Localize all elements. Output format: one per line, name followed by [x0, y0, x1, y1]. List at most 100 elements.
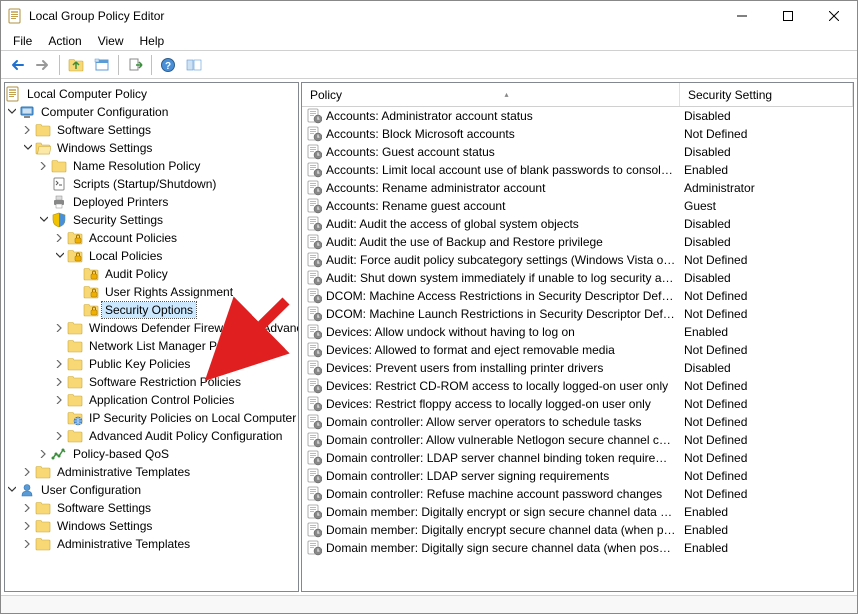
- expand-toggle[interactable]: [21, 122, 35, 138]
- tree-label: Windows Settings: [54, 518, 155, 534]
- expand-toggle[interactable]: [53, 374, 67, 390]
- tree-name-resolution-policy[interactable]: Name Resolution Policy: [5, 157, 298, 175]
- expand-toggle[interactable]: [53, 392, 67, 408]
- tree-deployed-printers[interactable]: Deployed Printers: [5, 193, 298, 211]
- export-list-button[interactable]: [123, 54, 147, 76]
- list-row[interactable]: Audit: Audit the access of global system…: [302, 215, 853, 233]
- tree-security-options[interactable]: Security Options: [5, 301, 298, 319]
- tree-root[interactable]: Local Computer Policy: [5, 85, 298, 103]
- list-row[interactable]: Devices: Allowed to format and eject rem…: [302, 341, 853, 359]
- tree-network-list-manager[interactable]: Network List Manager Policies: [5, 337, 298, 355]
- tree-audit-policy[interactable]: Audit Policy: [5, 265, 298, 283]
- tree-windows-settings[interactable]: Windows Settings: [5, 139, 298, 157]
- list-row[interactable]: Audit: Audit the use of Backup and Resto…: [302, 233, 853, 251]
- expand-toggle[interactable]: [53, 428, 67, 444]
- list-row[interactable]: Domain controller: LDAP server channel b…: [302, 449, 853, 467]
- expand-toggle[interactable]: [37, 212, 51, 228]
- tree-user-administrative-templates[interactable]: Administrative Templates: [5, 535, 298, 553]
- maximize-button[interactable]: [765, 1, 811, 31]
- list-row[interactable]: DCOM: Machine Launch Restrictions in Sec…: [302, 305, 853, 323]
- policy-setting: Enabled: [684, 163, 853, 177]
- expand-toggle[interactable]: [21, 536, 35, 552]
- tree-account-policies[interactable]: Account Policies: [5, 229, 298, 247]
- tree-software-restriction-policies[interactable]: Software Restriction Policies: [5, 373, 298, 391]
- tree-user-windows-settings[interactable]: Windows Settings: [5, 517, 298, 535]
- tree-label: IP Security Policies on Local Computer: [86, 410, 299, 426]
- list-row[interactable]: Domain member: Digitally sign secure cha…: [302, 539, 853, 557]
- menu-help[interactable]: Help: [132, 32, 173, 50]
- list-row[interactable]: Domain controller: Refuse machine accoun…: [302, 485, 853, 503]
- list-row[interactable]: Domain controller: LDAP server signing r…: [302, 467, 853, 485]
- menubar: File Action View Help: [1, 31, 857, 51]
- tree-user-rights-assignment[interactable]: User Rights Assignment: [5, 283, 298, 301]
- tree-security-settings[interactable]: Security Settings: [5, 211, 298, 229]
- list-row[interactable]: Accounts: Guest account statusDisabled: [302, 143, 853, 161]
- list-row[interactable]: Audit: Force audit policy subcategory se…: [302, 251, 853, 269]
- menu-file[interactable]: File: [5, 32, 40, 50]
- show-hide-action-pane-button[interactable]: [182, 54, 206, 76]
- list-row[interactable]: Domain member: Digitally encrypt secure …: [302, 521, 853, 539]
- expand-toggle[interactable]: [53, 320, 67, 336]
- list-row[interactable]: DCOM: Machine Access Restrictions in Sec…: [302, 287, 853, 305]
- menu-view[interactable]: View: [90, 32, 132, 50]
- menu-action[interactable]: Action: [40, 32, 89, 50]
- show-hide-tree-button[interactable]: [90, 54, 114, 76]
- tree-administrative-templates[interactable]: Administrative Templates: [5, 463, 298, 481]
- list-row[interactable]: Domain controller: Allow vulnerable Netl…: [302, 431, 853, 449]
- column-header-security-setting[interactable]: Security Setting: [680, 83, 853, 106]
- forward-button[interactable]: [31, 54, 55, 76]
- tree-ip-security-policies[interactable]: IP Security Policies on Local Computer: [5, 409, 298, 427]
- policy-setting: Not Defined: [684, 469, 853, 483]
- expand-toggle[interactable]: [53, 356, 67, 372]
- folder-icon: [67, 320, 83, 336]
- tree-label: Administrative Templates: [54, 536, 193, 552]
- tree-policy-based-qos[interactable]: Policy-based QoS: [5, 445, 298, 463]
- expand-toggle[interactable]: [53, 230, 67, 246]
- list-row[interactable]: Devices: Restrict CD-ROM access to local…: [302, 377, 853, 395]
- expand-toggle[interactable]: [21, 518, 35, 534]
- list-row[interactable]: Accounts: Rename administrator accountAd…: [302, 179, 853, 197]
- tree-user-software-settings[interactable]: Software Settings: [5, 499, 298, 517]
- tree-public-key-policies[interactable]: Public Key Policies: [5, 355, 298, 373]
- policy-setting: Disabled: [684, 109, 853, 123]
- policy-icon: [306, 540, 322, 556]
- tree-local-policies[interactable]: Local Policies: [5, 247, 298, 265]
- expand-toggle[interactable]: [37, 446, 51, 462]
- list-row[interactable]: Domain member: Digitally encrypt or sign…: [302, 503, 853, 521]
- expand-toggle[interactable]: [53, 248, 67, 264]
- details-pane[interactable]: Policy ▴ Security Setting Accounts: Admi…: [301, 82, 854, 592]
- tree-application-control-policies[interactable]: Application Control Policies: [5, 391, 298, 409]
- tree-label: Local Computer Policy: [24, 86, 150, 102]
- expand-toggle[interactable]: [21, 500, 35, 516]
- list-row[interactable]: Accounts: Administrator account statusDi…: [302, 107, 853, 125]
- list-row[interactable]: Devices: Restrict floppy access to local…: [302, 395, 853, 413]
- tree-user-configuration[interactable]: User Configuration: [5, 481, 298, 499]
- list-row[interactable]: Accounts: Rename guest accountGuest: [302, 197, 853, 215]
- list-row[interactable]: Devices: Allow undock without having to …: [302, 323, 853, 341]
- list-row[interactable]: Accounts: Block Microsoft accountsNot De…: [302, 125, 853, 143]
- expand-toggle[interactable]: [21, 140, 35, 156]
- close-button[interactable]: [811, 1, 857, 31]
- console-tree[interactable]: Local Computer Policy Computer Configura…: [4, 82, 299, 592]
- folder-icon: [51, 158, 67, 174]
- tree-advanced-audit-policy[interactable]: Advanced Audit Policy Configuration: [5, 427, 298, 445]
- expand-toggle[interactable]: [5, 482, 19, 498]
- list-row[interactable]: Domain controller: Allow server operator…: [302, 413, 853, 431]
- expand-toggle[interactable]: [5, 104, 19, 120]
- tree-scripts[interactable]: Scripts (Startup/Shutdown): [5, 175, 298, 193]
- policy-icon: [306, 126, 322, 142]
- tree-software-settings[interactable]: Software Settings: [5, 121, 298, 139]
- minimize-button[interactable]: [719, 1, 765, 31]
- tree-windows-defender-firewall[interactable]: Windows Defender Firewall with Advanced …: [5, 319, 298, 337]
- expand-toggle[interactable]: [21, 464, 35, 480]
- list-row[interactable]: Accounts: Limit local account use of bla…: [302, 161, 853, 179]
- column-header-policy[interactable]: Policy ▴: [302, 83, 680, 106]
- help-button[interactable]: [156, 54, 180, 76]
- expand-toggle[interactable]: [37, 158, 51, 174]
- back-button[interactable]: [5, 54, 29, 76]
- list-row[interactable]: Audit: Shut down system immediately if u…: [302, 269, 853, 287]
- list-row[interactable]: Devices: Prevent users from installing p…: [302, 359, 853, 377]
- folder-icon: [67, 374, 83, 390]
- tree-computer-configuration[interactable]: Computer Configuration: [5, 103, 298, 121]
- up-button[interactable]: [64, 54, 88, 76]
